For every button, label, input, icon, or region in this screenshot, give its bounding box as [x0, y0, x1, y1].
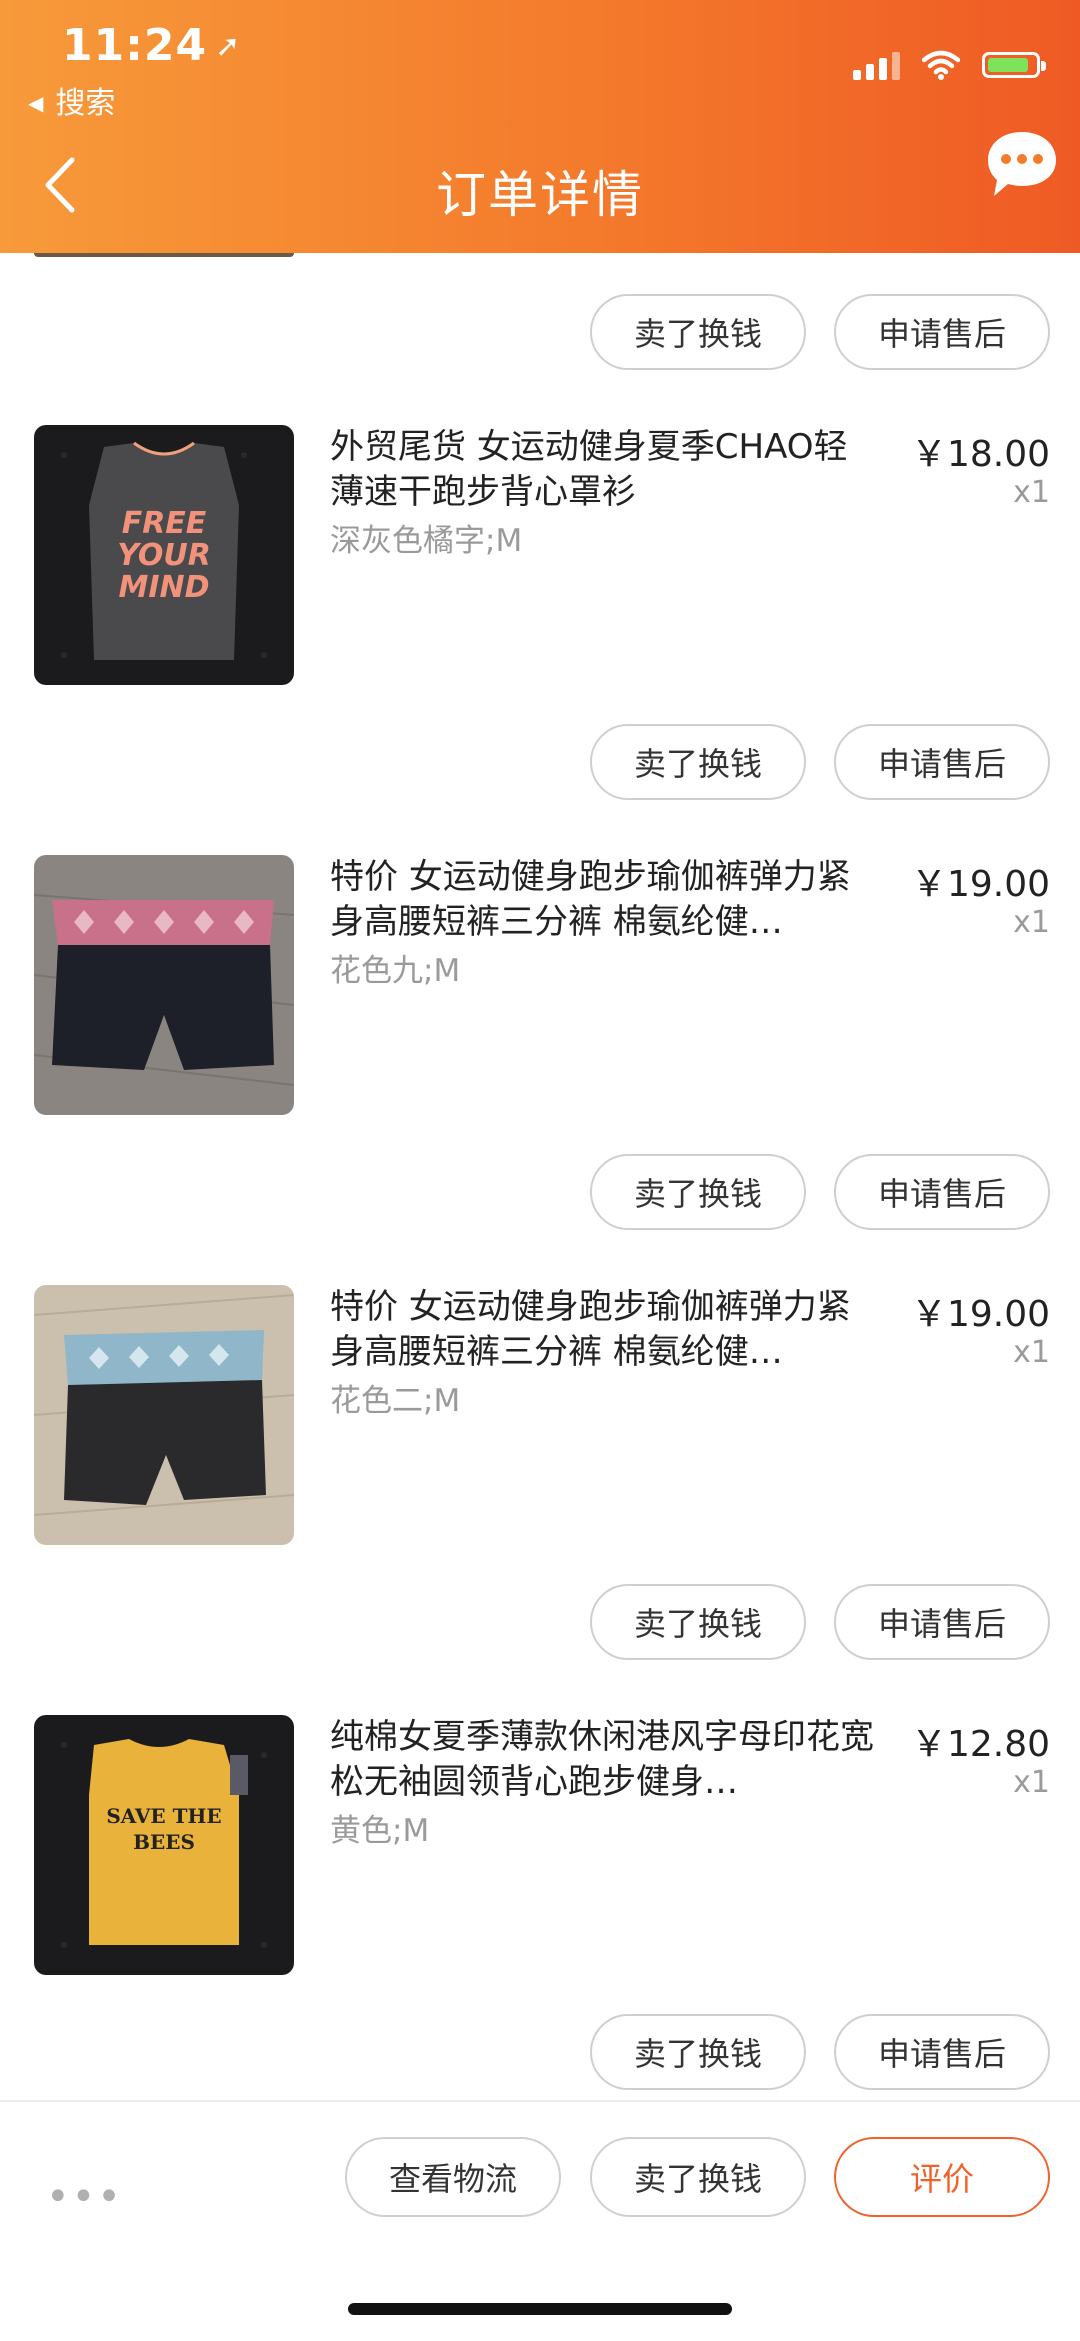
print-line-2: YOUR — [117, 538, 211, 573]
status-time: 11:24 ➚ — [62, 20, 241, 71]
after-sale-button[interactable]: 申请售后 — [834, 724, 1050, 800]
product-title: 外贸尾货 女运动健身夏季CHAO轻薄速干跑步背心罩衫 — [330, 427, 848, 512]
status-time-text: 11:24 — [62, 20, 208, 71]
cellular-signal-icon — [853, 50, 900, 80]
home-indicator[interactable] — [348, 2303, 732, 2315]
print-line-3: MIND — [118, 570, 209, 605]
sell-button[interactable]: 卖了换钱 — [590, 2014, 806, 2090]
item-actions: 卖了换钱 申请售后 — [0, 683, 1080, 807]
order-item[interactable]: SAVE THE BEES 纯棉女夏季薄款休闲港风字母印花宽松无袖圆领背心跑步健… — [0, 1667, 1080, 1975]
print-line-1: FREE — [122, 506, 207, 541]
product-image: FREE YOUR MIND — [34, 425, 294, 685]
product-quantity: x1 — [1013, 1765, 1050, 1800]
product-quantity: x1 — [1013, 905, 1050, 940]
order-items: 卖了换钱 申请售后 FREE YOUR MIND 外贸尾货 女运动健身夏季CHA… — [0, 253, 1080, 2100]
order-item[interactable]: FREE YOUR MIND 外贸尾货 女运动健身夏季CHAO轻薄速干跑步背心罩… — [0, 377, 1080, 685]
battery-icon — [982, 52, 1046, 78]
product-sku: 花色九;M — [330, 953, 461, 989]
product-price: ￥19.00 — [910, 864, 1050, 905]
message-bubble-icon[interactable] — [984, 126, 1060, 202]
product-sku: 黄色;M — [330, 1813, 430, 1849]
back-triangle-icon: ◀ — [28, 91, 44, 115]
product-title: 纯棉女夏季薄款休闲港风字母印花宽松无袖圆领背心跑步健身… — [330, 1717, 874, 1802]
back-app-label: 搜索 — [55, 86, 116, 121]
review-button[interactable]: 评价 — [834, 2137, 1050, 2217]
more-options-icon[interactable]: ••• — [46, 2174, 123, 2220]
print-line-1: SAVE THE — [106, 1804, 221, 1828]
product-price: ￥19.00 — [910, 1294, 1050, 1335]
page-title: 订单详情 — [436, 166, 644, 224]
item-actions: 卖了换钱 申请售后 — [0, 1973, 1080, 2097]
item-actions: 卖了换钱 申请售后 — [0, 1113, 1080, 1237]
print-line-2: BEES — [133, 1830, 195, 1854]
sell-button[interactable]: 卖了换钱 — [590, 1154, 806, 1230]
product-price: ￥18.00 — [910, 434, 1050, 475]
back-to-app-link[interactable]: ◀ 搜索 — [28, 78, 115, 122]
after-sale-button[interactable]: 申请售后 — [834, 1154, 1050, 1230]
product-price: ￥12.80 — [910, 1724, 1050, 1765]
product-quantity: x1 — [1013, 475, 1050, 510]
order-item[interactable]: 特价 女运动健身跑步瑜伽裤弹力紧身高腰短裤三分裤 棉氨纶健… 花色二;M ￥19… — [0, 1237, 1080, 1545]
product-image — [34, 1285, 294, 1545]
wifi-icon — [922, 50, 960, 80]
after-sale-button[interactable]: 申请售后 — [834, 2014, 1050, 2090]
product-title: 特价 女运动健身跑步瑜伽裤弹力紧身高腰短裤三分裤 棉氨纶健… — [330, 1287, 851, 1372]
product-sku: 花色二;M — [330, 1383, 461, 1419]
order-item[interactable]: 特价 女运动健身跑步瑜伽裤弹力紧身高腰短裤三分裤 棉氨纶健… 花色九;M ￥19… — [0, 807, 1080, 1115]
after-sale-button[interactable]: 申请售后 — [834, 1584, 1050, 1660]
sell-button[interactable]: 卖了换钱 — [590, 724, 806, 800]
after-sale-button[interactable]: 申请售后 — [834, 294, 1050, 370]
sell-button-bottom[interactable]: 卖了换钱 — [590, 2137, 806, 2217]
location-arrow-icon: ➚ — [215, 29, 242, 64]
product-title: 特价 女运动健身跑步瑜伽裤弹力紧身高腰短裤三分裤 棉氨纶健… — [330, 857, 851, 942]
product-sku: 深灰色橘字;M — [330, 523, 523, 559]
sell-button[interactable]: 卖了换钱 — [590, 294, 806, 370]
item-actions: 卖了换钱 申请售后 — [0, 1543, 1080, 1667]
status-icons — [853, 50, 1046, 80]
item-actions: 卖了换钱 申请售后 — [0, 253, 1080, 377]
product-image: SAVE THE BEES — [34, 1715, 294, 1975]
header: 11:24 ➚ ◀ 搜索 订单详情 — [0, 0, 1080, 253]
view-logistics-button[interactable]: 查看物流 — [345, 2137, 561, 2217]
sell-button[interactable]: 卖了换钱 — [590, 1584, 806, 1660]
product-quantity: x1 — [1013, 1335, 1050, 1370]
product-image — [34, 855, 294, 1115]
